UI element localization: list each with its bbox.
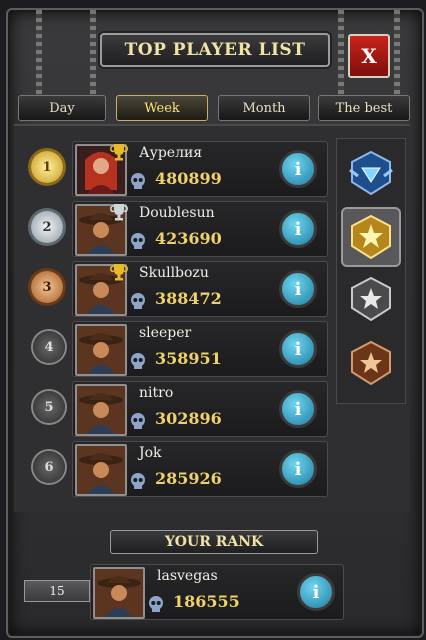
chain-decoration — [90, 10, 96, 100]
skull-icon — [149, 596, 163, 612]
rank-badge: 6 — [33, 451, 65, 483]
skull-icon — [131, 233, 145, 249]
info-button[interactable]: i — [279, 450, 317, 488]
close-button[interactable]: X — [348, 34, 390, 78]
tab-label: The best — [335, 100, 393, 116]
tab-label: Week — [144, 100, 180, 116]
silver-league-icon[interactable] — [343, 271, 399, 327]
avatar — [75, 444, 127, 496]
player-name: lasvegas — [157, 568, 218, 584]
player-name: Jok — [139, 445, 162, 461]
info-button[interactable]: i — [279, 210, 317, 248]
player-score: 358951 — [155, 349, 222, 368]
info-icon: i — [312, 581, 320, 603]
my-rank-number: 15 — [24, 580, 90, 602]
page-title-text: TOP PLAYER LIST — [124, 40, 306, 60]
skull-icon — [131, 293, 145, 309]
info-button[interactable]: i — [279, 330, 317, 368]
your-rank-title-text: YOUR RANK — [164, 534, 264, 550]
player-score: 480899 — [155, 169, 222, 188]
diamond-league-icon[interactable] — [343, 145, 399, 201]
player-score: 285926 — [155, 469, 222, 488]
player-name: Аурелия — [139, 145, 203, 161]
rank-badge: 3 — [31, 271, 63, 303]
info-button[interactable]: i — [279, 150, 317, 188]
rank-number: 4 — [44, 339, 54, 355]
info-icon: i — [294, 218, 302, 240]
player-row: Doublesun 423690 i — [72, 201, 328, 257]
info-button[interactable]: i — [279, 390, 317, 428]
rank-number: 1 — [42, 159, 52, 175]
your-rank-title: YOUR RANK — [110, 530, 318, 554]
player-score: 302896 — [155, 409, 222, 428]
info-button[interactable]: i — [279, 270, 317, 308]
tab-month[interactable]: Month — [218, 95, 310, 121]
skull-icon — [131, 473, 145, 489]
player-score: 423690 — [155, 229, 222, 248]
rank-badge: 2 — [31, 211, 63, 243]
chain-decoration — [394, 10, 400, 100]
player-row: nitro 302896 i — [72, 381, 328, 437]
avatar — [93, 567, 145, 619]
player-name: Skullbozu — [139, 265, 209, 281]
trophy-icon — [110, 204, 128, 221]
info-icon: i — [294, 458, 302, 480]
gold-league-icon[interactable] — [341, 207, 401, 267]
player-row: Skullbozu 388472 i — [72, 261, 328, 317]
chain-decoration — [338, 10, 344, 100]
player-row: Jok 285926 i — [72, 441, 328, 497]
info-icon: i — [294, 278, 302, 300]
skull-icon — [131, 173, 145, 189]
page-title: TOP PLAYER LIST — [100, 33, 330, 67]
info-icon: i — [294, 398, 302, 420]
skull-icon — [131, 413, 145, 429]
league-selector — [336, 138, 406, 404]
my-player-row: lasvegas 186555 i — [90, 564, 344, 620]
rank-number: 2 — [42, 219, 52, 235]
tab-the-best[interactable]: The best — [318, 95, 410, 121]
player-name: nitro — [139, 385, 174, 401]
player-row: Аурелия 480899 i — [72, 141, 328, 197]
player-name: Doublesun — [139, 205, 215, 221]
close-icon: X — [361, 44, 377, 68]
avatar — [75, 384, 127, 436]
tab-day[interactable]: Day — [18, 95, 106, 121]
info-button[interactable]: i — [297, 573, 335, 611]
info-icon: i — [294, 158, 302, 180]
avatar — [75, 324, 127, 376]
player-row: sleeper 358951 i — [72, 321, 328, 377]
player-score: 388472 — [155, 289, 222, 308]
rank-badge: 1 — [31, 151, 63, 183]
rank-badge: 4 — [33, 331, 65, 363]
rank-number: 6 — [44, 459, 54, 475]
rank-number: 3 — [42, 279, 52, 295]
tab-label: Month — [242, 100, 286, 116]
info-icon: i — [294, 338, 302, 360]
trophy-icon — [110, 144, 128, 161]
player-score: 186555 — [173, 592, 240, 611]
skull-icon — [131, 353, 145, 369]
tab-week[interactable]: Week — [116, 95, 208, 121]
rank-badge: 5 — [33, 391, 65, 423]
chain-decoration — [36, 10, 42, 100]
trophy-icon — [110, 264, 128, 281]
tab-label: Day — [49, 100, 75, 116]
rank-number: 5 — [44, 399, 54, 415]
player-name: sleeper — [139, 325, 192, 341]
bronze-league-icon[interactable] — [343, 335, 399, 391]
my-rank-value: 15 — [49, 584, 65, 598]
